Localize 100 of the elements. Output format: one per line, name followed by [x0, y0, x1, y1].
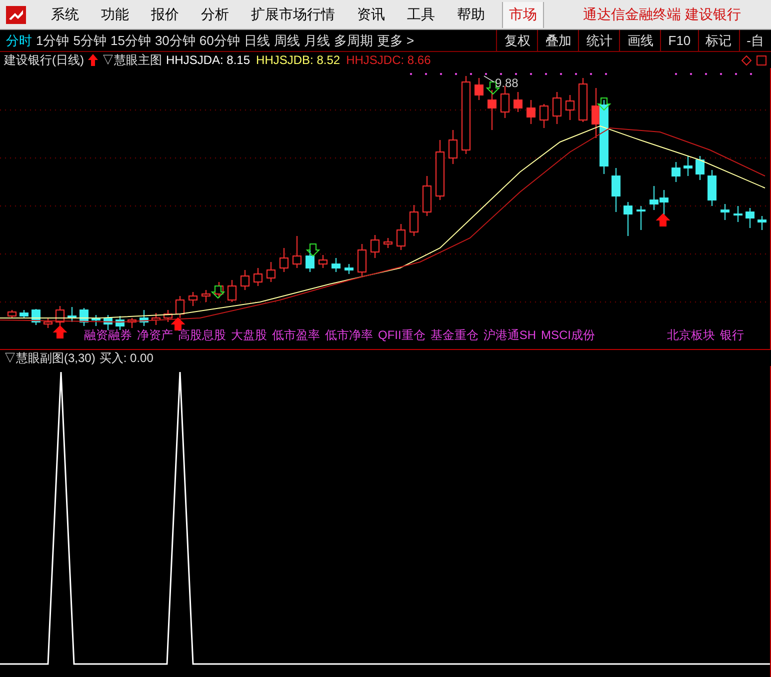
period-tab[interactable]: 5分钟 [73, 30, 106, 50]
candlestick [660, 190, 668, 216]
toolbar-button[interactable]: 标记 [698, 30, 739, 52]
concept-tag: 大盘股 [231, 326, 267, 344]
candlestick [448, 130, 458, 164]
candlestick [612, 168, 620, 212]
toolbar-button[interactable]: 复权 [496, 30, 538, 52]
candlestick [292, 236, 302, 268]
candlestick [92, 314, 100, 326]
concept-tag: 低市盈率 [272, 326, 320, 344]
candlestick [56, 306, 64, 326]
candlestick [384, 238, 392, 248]
period-tab[interactable]: 日线 [244, 30, 270, 50]
up-arrow-icon [52, 325, 68, 338]
up-arrow-icon [88, 54, 98, 66]
menu-item[interactable]: 报价 [140, 4, 190, 25]
candlestick [80, 308, 88, 326]
candlestick [396, 224, 406, 250]
indicator-name[interactable]: ▽慧眼主图 [102, 51, 162, 69]
candlestick [474, 78, 484, 100]
menu-item[interactable]: 帮助 [446, 4, 496, 25]
toolbar-button[interactable]: 叠加 [537, 30, 578, 52]
menu-item[interactable]: 分析 [190, 4, 240, 25]
candlestick [280, 248, 288, 272]
candlestick [20, 310, 28, 318]
indicator-value: HHJSJDA: 8.15 [166, 52, 250, 69]
indicator-reading: 买入: 0.00 [99, 350, 154, 367]
menu-item[interactable]: 资讯 [346, 4, 396, 25]
candlestick [214, 282, 224, 298]
candlestick [514, 92, 522, 112]
period-tab[interactable]: 60分钟 [199, 30, 240, 50]
candlestick [116, 316, 124, 330]
candlestick [410, 204, 418, 236]
indicator-name[interactable]: ▽慧眼副图(3,30) [4, 349, 96, 367]
candlestick [176, 296, 184, 318]
candlestick [684, 156, 692, 176]
toolbar-button[interactable]: 画线 [619, 30, 660, 52]
candlestick [306, 250, 314, 272]
down-arrow-icon [306, 244, 320, 257]
period-tab[interactable]: 周线 [274, 30, 300, 50]
period-tab[interactable]: 月线 [304, 30, 330, 50]
toolbar-button[interactable]: 统计 [578, 30, 620, 52]
candlestick [240, 270, 250, 290]
candlestick [526, 100, 536, 124]
square-icon[interactable] [756, 54, 767, 66]
concept-tag: 高股息股 [178, 326, 226, 344]
candlestick [8, 310, 16, 318]
candlestick [332, 258, 340, 272]
menu-item[interactable]: 工具 [396, 4, 446, 25]
candlestick [436, 140, 444, 200]
period-tab[interactable]: 分时 [6, 30, 32, 50]
candlestick [708, 170, 716, 206]
down-arrow-icon [210, 286, 226, 299]
menu-item[interactable]: 扩展市场行情 [240, 4, 346, 25]
candlestick [500, 86, 510, 118]
concept-tag: 银行 [720, 326, 744, 344]
menu-item[interactable]: 系统 [40, 4, 90, 25]
app-title: 通达信金融终端 建设银行 [583, 5, 741, 24]
concept-tag: 净资产 [137, 326, 173, 344]
candlestick [758, 216, 766, 230]
candlestick [266, 262, 276, 282]
candlestick [552, 92, 562, 124]
candlestick [68, 306, 76, 322]
candlestick [370, 234, 380, 258]
price-label: 9.88 [495, 75, 518, 92]
concept-tag: 融资融券 [84, 326, 132, 344]
concept-tag: 基金重仓 [430, 326, 478, 344]
toolbar-button[interactable]: -自 [738, 30, 771, 52]
concept-tag: 北京板块 [667, 326, 715, 344]
candlestick [152, 312, 160, 326]
candlestick [104, 314, 112, 330]
period-tab[interactable]: 更多 > [376, 30, 414, 50]
period-tab[interactable]: 1分钟 [36, 30, 70, 50]
menu-item[interactable]: 功能 [90, 4, 140, 25]
candlestick [188, 292, 198, 306]
candlestick [672, 162, 680, 182]
toolbar-button[interactable]: F10 [660, 30, 698, 52]
market-button[interactable]: 市场 [502, 2, 544, 28]
concept-tag: 低市净率 [325, 326, 373, 344]
period-tab[interactable]: 15分钟 [110, 30, 151, 50]
down-arrow-icon [596, 98, 612, 111]
candlestick [488, 90, 496, 130]
candlestick [422, 176, 432, 216]
indicator-value: HHJSJDC: 8.66 [346, 52, 431, 69]
period-tab[interactable]: 多周期 [334, 30, 373, 50]
candlestick [358, 244, 366, 276]
candlestick [228, 280, 236, 302]
candlestick [140, 310, 148, 326]
leader-line [484, 76, 494, 82]
app-logo-icon[interactable] [6, 6, 26, 24]
period-tab[interactable]: 30分钟 [154, 30, 196, 50]
concept-tag: MSCI成份 [541, 326, 596, 344]
diamond-icon[interactable] [741, 54, 752, 66]
candlestick [164, 310, 172, 322]
concept-tag: QFII重仓 [378, 326, 426, 344]
candlestick [202, 290, 210, 302]
candlestick [344, 264, 354, 274]
up-arrow-icon [656, 213, 670, 226]
concept-tag: 沪港通SH [483, 326, 536, 344]
candlestick [734, 206, 742, 222]
